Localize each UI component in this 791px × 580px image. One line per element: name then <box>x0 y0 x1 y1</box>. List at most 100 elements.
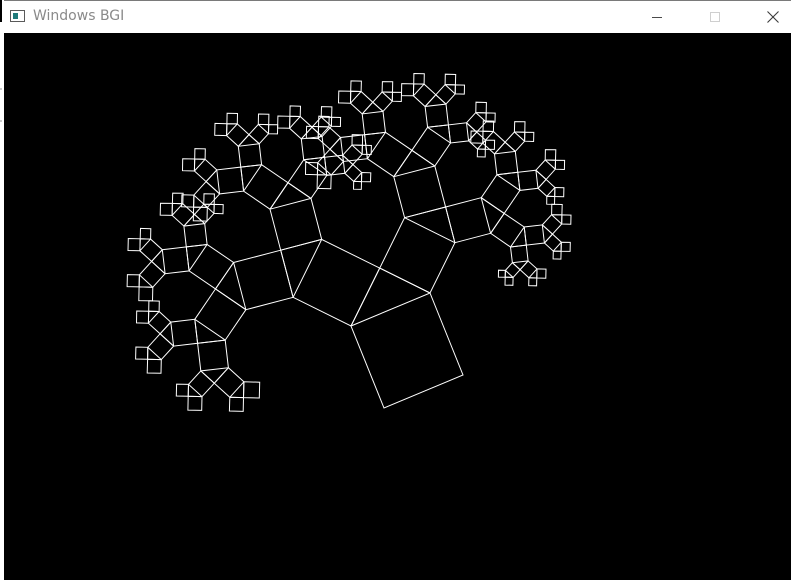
fractal-square <box>413 72 425 85</box>
fractal-square <box>257 113 270 126</box>
fractal-square <box>187 370 216 398</box>
graphics-canvas[interactable] <box>4 33 791 580</box>
fractal-square <box>183 223 208 248</box>
fractal-square <box>197 339 229 372</box>
fractal-square <box>330 116 342 128</box>
fractal-triangle <box>350 267 431 327</box>
fractal-square <box>513 121 526 133</box>
fractal-square <box>203 193 215 205</box>
fractal-square <box>320 106 333 118</box>
fractal-square <box>148 300 160 313</box>
fractal-square <box>352 180 363 190</box>
fractal-square <box>170 318 199 347</box>
fractal-square <box>476 148 486 158</box>
fractal-square <box>139 238 164 263</box>
fractal-square <box>444 197 492 244</box>
fractal-square <box>126 274 140 288</box>
fractal-square <box>147 310 172 335</box>
fractal-square <box>350 292 464 409</box>
fractal-square <box>424 103 449 128</box>
fractal-square <box>267 124 279 135</box>
fractal-square <box>412 83 437 108</box>
fractal-square <box>187 395 203 411</box>
fractal-square <box>277 115 291 129</box>
fractal-square <box>543 233 563 252</box>
fractal-square <box>475 101 487 114</box>
pythagoras-tree <box>126 72 572 412</box>
fractal-square <box>537 178 556 198</box>
fractal-square <box>504 276 514 286</box>
minimize-button[interactable] <box>634 1 680 33</box>
fractal-square <box>181 158 196 172</box>
fractal-triangle <box>269 182 312 210</box>
fractal-square <box>237 143 263 168</box>
fractal-square <box>361 110 387 136</box>
fractal-square <box>541 213 563 235</box>
fractal-square <box>391 91 403 103</box>
title-bar[interactable]: Windows BGI <box>4 0 791 33</box>
fractal-square <box>242 164 289 210</box>
fractal-square <box>188 243 235 290</box>
fractal-square <box>447 122 470 144</box>
fractal-lines <box>126 72 572 412</box>
fractal-square <box>435 83 456 105</box>
fractal-square <box>242 381 261 399</box>
fractal-square <box>454 84 466 95</box>
fractal-square <box>248 123 270 145</box>
bgi-window: Windows BGI <box>4 0 791 580</box>
fractal-square <box>226 112 239 125</box>
fractal-square <box>337 90 352 104</box>
fractal-square <box>127 237 141 252</box>
fractal-square <box>524 131 535 143</box>
fractal-square <box>411 126 452 167</box>
fractal-square <box>536 268 547 279</box>
fractal-square <box>372 91 394 113</box>
fractal-square <box>519 260 538 279</box>
app-icon[interactable] <box>10 10 25 22</box>
fractal-square <box>379 217 456 294</box>
fractal-square <box>517 169 539 191</box>
close-button[interactable] <box>750 1 791 33</box>
fractal-square <box>349 90 374 115</box>
fractal-square <box>360 171 372 183</box>
fractal-square <box>289 105 302 118</box>
fractal-triangle <box>214 262 247 311</box>
fractal-square <box>193 158 218 183</box>
fractal-triangle <box>480 197 505 234</box>
fractal-square <box>147 333 175 361</box>
fractal-square <box>232 249 294 311</box>
fractal-square <box>493 150 519 176</box>
fractal-square <box>194 288 247 341</box>
fractal-square <box>344 163 363 183</box>
fractal-square <box>509 244 529 264</box>
fractal-square <box>213 366 245 399</box>
fractal-square <box>523 224 545 246</box>
fractal-square <box>161 246 190 275</box>
fractal-square <box>560 241 571 252</box>
fractal-square <box>228 396 245 412</box>
fractal-square <box>554 159 566 171</box>
fractal-square <box>175 383 190 397</box>
fractal-square <box>544 149 557 161</box>
fractal-square <box>551 203 563 216</box>
fractal-square <box>393 165 447 219</box>
fractal-square <box>554 186 565 198</box>
fractal-square <box>135 346 149 360</box>
fractal-square <box>269 197 323 251</box>
fractal-square <box>300 135 326 161</box>
fractal-square <box>546 195 556 205</box>
fractal-square <box>159 202 173 216</box>
fractal-square <box>138 260 166 288</box>
fractal-square <box>225 123 250 148</box>
maximize-icon <box>710 12 720 22</box>
maximize-button[interactable] <box>692 1 738 33</box>
fractal-square <box>480 174 521 215</box>
fractal-square <box>561 214 572 225</box>
fractal-square <box>139 227 152 240</box>
close-icon <box>767 11 779 23</box>
fractal-square <box>484 139 496 150</box>
fractal-square <box>292 238 381 327</box>
fractal-triangle <box>393 149 436 177</box>
fractal-square <box>366 131 413 178</box>
fractal-square <box>400 83 415 97</box>
